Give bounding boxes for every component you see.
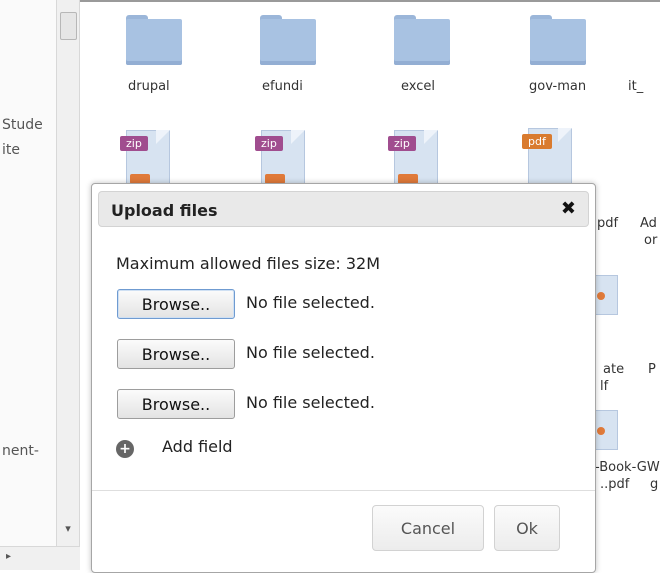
folder-icon[interactable] (394, 15, 450, 65)
window-frame-top (0, 0, 660, 2)
file-status-text: No file selected. (246, 393, 375, 412)
dialog-title: Upload files (111, 201, 218, 220)
plus-circle-icon[interactable]: + (116, 440, 134, 458)
file-label-partial[interactable]: g (650, 477, 658, 492)
folder-label-gov-man[interactable]: gov-man (529, 79, 586, 94)
tree-item-site[interactable]: ite (2, 142, 20, 158)
horizontal-scrollbar[interactable]: ▸ (0, 546, 80, 570)
folder-label-it[interactable]: it_ (628, 79, 643, 94)
file-label-partial[interactable]: Ad (640, 216, 657, 231)
vertical-scrollbar[interactable]: ▾ (56, 0, 80, 570)
tree-item-students[interactable]: Stude (2, 117, 43, 133)
file-label-partial[interactable]: P (648, 362, 656, 377)
file-label-partial[interactable]: ..pdf (600, 477, 629, 492)
scroll-left-arrow-icon[interactable]: ▸ (6, 551, 11, 562)
file-label-partial[interactable]: or (644, 233, 657, 248)
close-icon[interactable]: ✖ (561, 198, 576, 219)
folder-icon[interactable] (530, 15, 586, 65)
upload-files-dialog: Upload files ✖ Maximum allowed files siz… (91, 183, 596, 573)
file-status-text: No file selected. (246, 293, 375, 312)
cancel-button[interactable]: Cancel (372, 505, 484, 551)
add-field-label[interactable]: Add field (162, 437, 233, 456)
left-tree-pane: Stude ite nent- (0, 0, 56, 570)
ok-button[interactable]: Ok (494, 505, 560, 551)
file-label-partial[interactable]: ate (603, 362, 624, 377)
browse-button[interactable]: Browse.. (117, 389, 235, 419)
browse-button[interactable]: Browse.. (117, 289, 235, 319)
folder-label-drupal[interactable]: drupal (128, 79, 170, 94)
scrollbar-thumb[interactable] (60, 12, 77, 40)
folder-label-efundi[interactable]: efundi (262, 79, 303, 94)
file-label-partial[interactable]: pdf (597, 216, 618, 231)
tree-item-document[interactable]: nent- (2, 443, 39, 459)
dialog-header[interactable]: Upload files ✖ (98, 191, 589, 227)
folder-icon[interactable] (126, 15, 182, 65)
folder-label-excel[interactable]: excel (401, 79, 435, 94)
max-file-size-text: Maximum allowed files size: 32M (116, 254, 381, 273)
folder-icon[interactable] (260, 15, 316, 65)
file-label-partial[interactable]: lf (600, 379, 608, 394)
file-label-partial[interactable]: -Book-GW (595, 460, 660, 475)
dialog-divider (92, 490, 595, 491)
scroll-down-arrow-icon[interactable]: ▾ (57, 522, 79, 535)
file-status-text: No file selected. (246, 343, 375, 362)
browse-button[interactable]: Browse.. (117, 339, 235, 369)
